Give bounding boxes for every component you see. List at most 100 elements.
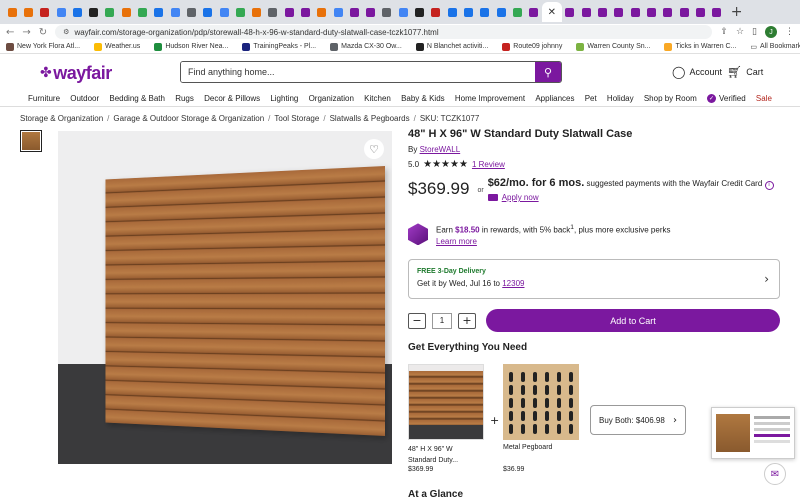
browser-tab[interactable]	[493, 2, 509, 22]
browser-tab[interactable]	[379, 2, 395, 22]
browser-tab[interactable]	[578, 2, 594, 22]
close-tab-icon[interactable]: ✕	[548, 7, 556, 18]
add-to-cart-button[interactable]: Add to Cart	[486, 309, 780, 332]
apply-now-link[interactable]: Apply now	[502, 191, 539, 204]
bundle-item-2-image[interactable]	[503, 364, 579, 440]
chat-button[interactable]: ✉	[764, 463, 786, 485]
reviews-link[interactable]: 1 Review	[472, 160, 505, 169]
bookmark-item[interactable]: Hudson River Nea...	[154, 42, 228, 51]
category-baby-kids[interactable]: Baby & Kids	[401, 94, 445, 103]
profile-avatar[interactable]: J	[765, 26, 777, 38]
category-sale[interactable]: Sale	[756, 94, 772, 103]
browser-tab[interactable]	[20, 2, 36, 22]
category-verified[interactable]: ✓ Verified	[706, 93, 746, 103]
browser-tab[interactable]	[627, 2, 643, 22]
browser-tab[interactable]	[428, 2, 444, 22]
search-button[interactable]: ⚲	[535, 62, 561, 82]
browser-tab[interactable]	[708, 2, 724, 22]
account-link[interactable]: ◯ Account	[672, 65, 722, 79]
forward-icon[interactable]: →	[22, 27, 30, 38]
browser-tab[interactable]	[611, 2, 627, 22]
category-furniture[interactable]: Furniture	[28, 94, 60, 103]
category-lighting[interactable]: Lighting	[270, 94, 298, 103]
bookmark-item[interactable]: Ticks in Warren C...	[664, 42, 736, 51]
browser-tab[interactable]	[363, 2, 379, 22]
browser-tab[interactable]	[216, 2, 232, 22]
browser-tab[interactable]	[692, 2, 708, 22]
bundle-item-1-image[interactable]	[408, 364, 484, 440]
breadcrumb-item[interactable]: Slatwalls & Pegboards	[330, 114, 410, 123]
browser-tab[interactable]	[460, 2, 476, 22]
menu-icon[interactable]: ⋮	[785, 27, 794, 37]
category-pet[interactable]: Pet	[585, 94, 597, 103]
browser-tab[interactable]	[69, 2, 85, 22]
product-main-image[interactable]: ♡	[58, 131, 392, 464]
buy-both-button[interactable]: Buy Both: $406.98 ›	[590, 405, 686, 435]
category-rugs[interactable]: Rugs	[175, 94, 194, 103]
browser-tab[interactable]	[200, 2, 216, 22]
category-home-improvement[interactable]: Home Improvement	[455, 94, 525, 103]
bookmark-item[interactable]: Warren County Sn...	[576, 42, 650, 51]
reload-icon[interactable]: ↻	[39, 27, 47, 38]
site-info-icon[interactable]: ⚙	[63, 28, 69, 36]
breadcrumb-item[interactable]: Garage & Outdoor Storage & Organization	[113, 114, 264, 123]
bookmark-item[interactable]: N Blanchet activiti...	[415, 42, 488, 51]
page-preview-thumbnail[interactable]	[711, 407, 795, 459]
cart-link[interactable]: 🛒︎ Cart	[727, 65, 763, 79]
browser-tab[interactable]	[297, 2, 313, 22]
bookmark-item[interactable]: Mazda CX-30 Ow...	[330, 42, 402, 51]
browser-tab[interactable]	[118, 2, 134, 22]
bookmark-item[interactable]: TrainingPeaks - Pl...	[242, 42, 316, 51]
bookmark-item[interactable]: Route09 johnny	[502, 42, 562, 51]
bookmark-item[interactable]: New York Flora Atl...	[6, 42, 80, 51]
quantity-field[interactable]: 1	[432, 312, 452, 329]
category-shop-by-room[interactable]: Shop by Room	[644, 94, 697, 103]
browser-tab[interactable]	[562, 2, 578, 22]
browser-tab[interactable]	[330, 2, 346, 22]
favorite-button[interactable]: ♡	[364, 139, 384, 159]
sidebar-icon[interactable]: ▯	[752, 27, 757, 37]
browser-tab[interactable]	[248, 2, 264, 22]
browser-tab[interactable]	[477, 2, 493, 22]
search-input[interactable]	[181, 62, 535, 82]
decrease-quantity-button[interactable]: −	[408, 312, 426, 329]
category-bedding-bath[interactable]: Bedding & Bath	[109, 94, 165, 103]
wayfair-logo[interactable]: ✤ wayfair	[40, 63, 112, 84]
address-bar[interactable]: ⚙ wayfair.com/storage-organization/pdp/s…	[55, 25, 713, 39]
back-icon[interactable]: ←	[6, 27, 14, 38]
bundle-item-2-title[interactable]: Metal Pegboard	[503, 444, 552, 451]
browser-tab[interactable]	[676, 2, 692, 22]
category-organization[interactable]: Organization	[309, 94, 354, 103]
delivery-box[interactable]: FREE 3-Day Delivery Get it by Wed, Jul 1…	[408, 259, 780, 299]
browser-tab[interactable]	[281, 2, 297, 22]
increase-quantity-button[interactable]: +	[458, 312, 476, 329]
gallery-thumbnail[interactable]	[20, 130, 42, 152]
category-kitchen[interactable]: Kitchen	[364, 94, 391, 103]
browser-tab[interactable]	[134, 2, 150, 22]
browser-tab[interactable]	[395, 2, 411, 22]
browser-tab[interactable]	[526, 2, 542, 22]
bookmark-item[interactable]: Weather.us	[94, 42, 140, 51]
browser-tab[interactable]	[102, 2, 118, 22]
breadcrumb-item[interactable]: Storage & Organization	[20, 114, 103, 123]
browser-tab[interactable]: ✕	[541, 2, 562, 22]
all-bookmarks-button[interactable]: ▭All Bookmarks	[750, 43, 800, 51]
browser-tab[interactable]	[167, 2, 183, 22]
category-outdoor[interactable]: Outdoor	[70, 94, 99, 103]
browser-tab[interactable]	[85, 2, 101, 22]
info-icon[interactable]: i	[764, 181, 774, 190]
browser-tab[interactable]	[314, 2, 330, 22]
category-decor-pillows[interactable]: Decor & Pillows	[204, 94, 260, 103]
browser-tab[interactable]	[183, 2, 199, 22]
browser-tab[interactable]	[660, 2, 676, 22]
zip-code-link[interactable]: 12309	[502, 279, 524, 288]
browser-tab[interactable]	[53, 2, 69, 22]
breadcrumb-item[interactable]: Tool Storage	[274, 114, 319, 123]
bookmark-star-icon[interactable]: ☆	[736, 27, 744, 37]
browser-tab[interactable]	[37, 2, 53, 22]
brand-link[interactable]: StoreWALL	[420, 145, 461, 154]
browser-tab[interactable]	[594, 2, 610, 22]
browser-tab[interactable]	[265, 2, 281, 22]
browser-tab[interactable]	[444, 2, 460, 22]
learn-more-link[interactable]: Learn more	[436, 237, 477, 246]
